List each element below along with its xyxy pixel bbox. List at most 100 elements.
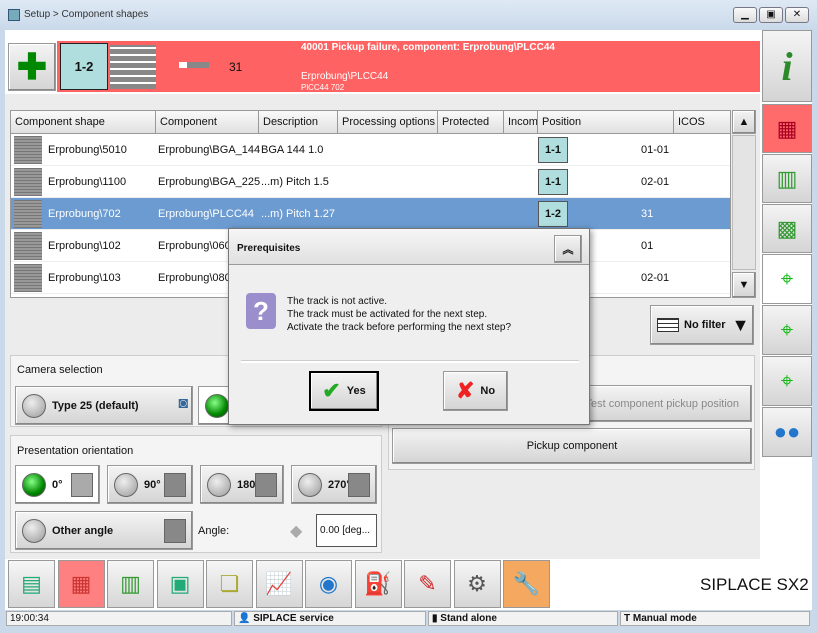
orientation-270-button[interactable]: 270° — [291, 465, 377, 504]
maximize-button[interactable]: ▣ — [759, 7, 783, 23]
angle-input[interactable]: 0.00 [deg... — [316, 514, 377, 547]
toolbar-service-button[interactable]: 🔧 — [503, 560, 550, 608]
toolbar-feeders-button[interactable]: ▥ — [107, 560, 154, 608]
slot-icon — [179, 62, 209, 68]
toolbar-tools-button[interactable]: ✎ — [404, 560, 451, 608]
setup-icon: ▤ — [21, 571, 42, 596]
angle-label: Angle: — [198, 525, 230, 537]
column-header-description[interactable]: Description — [259, 111, 338, 134]
sidebar-sizes[interactable]: ●● — [762, 407, 812, 457]
no-button[interactable]: ✘ No — [443, 371, 508, 411]
filter-icon — [657, 318, 679, 332]
feeders-icon: ▥ — [120, 571, 141, 596]
sidebar-component-shapes[interactable]: ▦ — [762, 104, 812, 153]
camera-icon: ◙ — [178, 395, 188, 412]
dialog-title-bar: Prerequisites ︽ — [229, 229, 589, 265]
yes-button[interactable]: ✔ Yes — [309, 371, 379, 411]
statistics-icon: 📈 — [265, 571, 293, 596]
radio-on-icon — [22, 472, 46, 497]
scroll-down-button[interactable]: ▼ — [732, 272, 756, 298]
status-user-label: SIPLACE service — [253, 613, 334, 624]
column-header-component[interactable]: Component — [156, 111, 259, 134]
toolbar-camera-button[interactable]: ◉ — [305, 560, 352, 608]
column-header-icos[interactable]: ICOS — [674, 111, 730, 134]
banner-count: 31 — [229, 60, 243, 74]
column-header-shape[interactable]: Component shape — [11, 111, 156, 134]
banner-message: 40001 Pickup failure, component: Erprobu… — [301, 42, 555, 53]
shape-preview-icon — [164, 519, 186, 543]
cell-shape: Erprobung\702 — [48, 208, 121, 220]
toolbar-component-shapes-button[interactable]: ▦ — [57, 560, 105, 608]
table-row[interactable]: Erprobung\5010 Erprobung\BGA_144 BGA 144… — [11, 134, 730, 166]
filter-label: No filter — [684, 319, 726, 331]
toolbar-board-button[interactable]: ▣ — [156, 560, 204, 608]
filter-button[interactable]: No filter ▼ — [650, 305, 754, 345]
cell-component: Erprobung\PLCC44 — [158, 208, 255, 220]
sidebar-center[interactable]: ⌖ — [762, 305, 812, 355]
radio-off-icon — [22, 518, 46, 543]
add-button[interactable]: ✚ — [8, 43, 56, 91]
minimize-button[interactable]: ▁ — [733, 7, 757, 23]
sidebar-pickup[interactable]: ⌖ — [762, 254, 812, 304]
component-shape-thumbnail — [14, 136, 42, 164]
column-header-protected[interactable]: Protected — [438, 111, 504, 134]
radio-on-icon — [205, 393, 229, 418]
component-shape-thumbnail — [14, 200, 42, 228]
toolbar-maintenance-button[interactable]: ⛽ — [354, 560, 402, 608]
camera-type25-label: Type 25 (default) — [52, 399, 139, 412]
shape-preview-icon — [255, 473, 277, 497]
cell-shape: Erprobung\102 — [48, 240, 121, 252]
other-angle-label: Other angle — [52, 524, 114, 537]
table-row[interactable]: Erprobung\1100 Erprobung\BGA_225 ...m) P… — [11, 166, 730, 198]
cell-component: Erprobung\BGA_225 — [158, 176, 261, 188]
dialog-separator — [241, 360, 579, 363]
orientation-90-button[interactable]: 90° — [107, 465, 193, 504]
prerequisites-dialog: Prerequisites ︽ ? The track is not activ… — [228, 228, 590, 425]
pickup-label: Pickup component — [526, 440, 618, 452]
toolbar-statistics-button[interactable]: 📈 — [255, 560, 303, 608]
scroll-up-button[interactable]: ▲ — [732, 110, 756, 134]
board-icon: ▣ — [169, 571, 191, 596]
sidebar-feeders[interactable]: ▥ — [762, 154, 812, 203]
spin-arrows-icon[interactable]: ◆ — [290, 521, 302, 541]
info-button[interactable]: i — [762, 30, 812, 102]
collapse-button[interactable]: ︽ — [554, 235, 582, 263]
track-badge: 1-2 — [60, 43, 108, 90]
error-banner[interactable]: 1-2 31 40001 Pickup failure, component: … — [57, 41, 760, 92]
other-angle-button[interactable]: Other angle — [15, 511, 193, 550]
pickup-component-button[interactable]: Pickup component — [392, 428, 752, 464]
dialog-line: The track must be activated for the next… — [287, 309, 488, 320]
close-button[interactable]: ✕ — [785, 7, 809, 23]
plus-icon: ✚ — [16, 46, 48, 87]
scrollbar-track[interactable] — [732, 135, 756, 270]
column-header-processing[interactable]: Processing options — [338, 111, 438, 134]
radio-off-icon — [114, 472, 138, 497]
dialog-message: The track is not active. The track must … — [287, 295, 511, 334]
sidebar-placement[interactable]: ⌖ — [762, 356, 812, 406]
cell-shape: Erprobung\5010 — [48, 144, 127, 156]
shape-preview-icon — [348, 473, 370, 497]
sidebar-trays[interactable]: ▩ — [762, 204, 812, 253]
orientation-180-button[interactable]: 180° — [200, 465, 284, 504]
status-user: 👤 SIPLACE service — [234, 611, 426, 626]
test-pickup-label: Test component pickup position — [585, 397, 739, 410]
orientation-0-button[interactable]: 0° — [15, 465, 100, 504]
window-title: Setup > Component shapes — [24, 9, 149, 20]
toolbar-messages-button[interactable]: ❏ — [206, 560, 253, 608]
cell-track: 1-2 — [538, 201, 568, 227]
chevron-down-icon: ▼ — [731, 314, 750, 335]
status-operation: T Manual mode — [620, 611, 810, 626]
toolbar-setup-button[interactable]: ▤ — [8, 560, 55, 608]
toolbar-settings-button[interactable]: ⚙ — [453, 560, 501, 608]
maintenance-icon: ⛽ — [364, 571, 392, 596]
double-chevron-up-icon: ︽ — [562, 244, 574, 256]
checkmark-icon: ✔ — [322, 378, 341, 403]
cell-component: Erprobung\0603 — [158, 240, 237, 252]
title-bar: Setup > Component shapes ▁ ▣ ✕ — [0, 0, 817, 30]
column-header-incomplete[interactable]: Incom — [504, 111, 538, 134]
column-header-position[interactable]: Position — [538, 111, 674, 134]
camera-type25-button[interactable]: Type 25 (default) ◙ — [15, 386, 193, 425]
dialog-line: The track is not active. — [287, 296, 388, 307]
table-row[interactable]: Erprobung\702 Erprobung\PLCC44 ...m) Pit… — [11, 198, 730, 230]
info-icon: i — [781, 43, 793, 89]
